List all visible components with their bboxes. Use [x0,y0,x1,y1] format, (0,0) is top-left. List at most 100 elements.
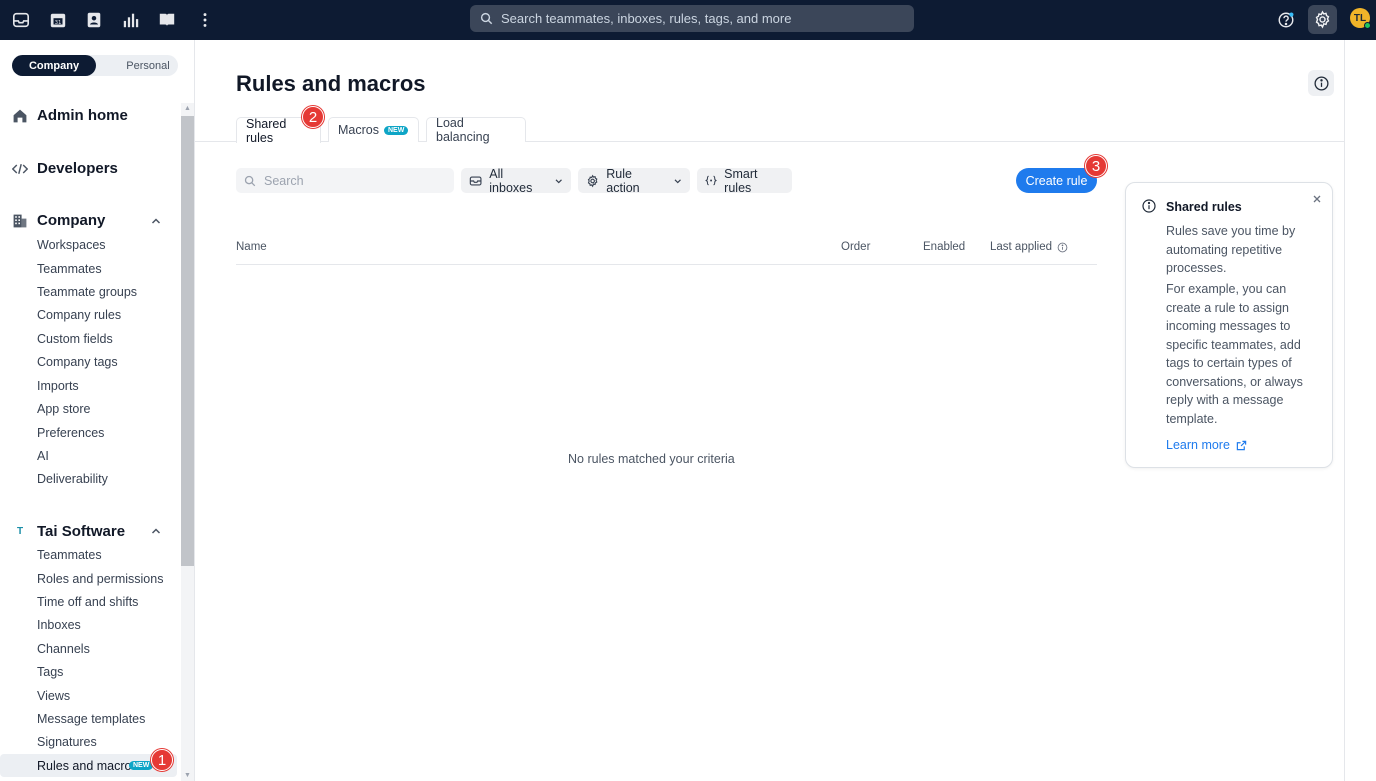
sidebar-item-inboxes[interactable]: Inboxes [37,618,81,632]
sidebar-item-custom-fields[interactable]: Custom fields [37,332,113,346]
sidebar-item-teammates[interactable]: Teammates [37,262,102,276]
column-header-name[interactable]: Name [236,241,267,253]
global-search-input[interactable] [501,11,901,26]
sidebar-item-app-store[interactable]: App store [37,402,91,416]
inbox-icon [469,175,482,186]
sidebar-item-teammate-groups[interactable]: Teammate groups [37,285,137,299]
sidebar-item-ws-teammates[interactable]: Teammates [37,548,102,562]
nav-developers-label: Developers [37,160,118,177]
panel-paragraph: Rules save you time by automating repeti… [1166,224,1296,275]
sidebar-item-ai[interactable]: AI [37,449,49,463]
sidebar: Company Personal ▲ ▼ Admin home Develope… [0,40,195,781]
tab-shared-rules-label: Shared rules [246,116,287,145]
column-header-order[interactable]: Order [841,241,870,253]
panel-title: Shared rules [1166,200,1242,214]
info-icon[interactable] [1057,242,1068,253]
page-title: Rules and macros [236,71,426,96]
sidebar-scrollbar[interactable]: ▲ ▼ [181,103,194,781]
chevron-down-icon [555,178,562,183]
column-last-applied-label: Last applied [990,241,1053,253]
close-icon[interactable] [1311,193,1323,205]
scroll-down-icon[interactable]: ▼ [184,772,191,779]
empty-state-message: No rules matched your criteria [568,452,735,466]
smart-rules-label: Smart rules [724,166,758,195]
chevron-up-icon[interactable] [150,215,162,227]
sidebar-item-workspaces[interactable]: Workspaces [37,238,106,252]
info-icon [1142,199,1156,213]
rules-search[interactable] [236,168,454,193]
gear-icon [587,174,598,187]
learn-more-link[interactable]: Learn more [1166,438,1247,452]
home-icon [12,108,28,124]
column-name-label: Name [236,241,267,253]
sidebar-item-signatures[interactable]: Signatures [37,735,97,749]
sidebar-item-deliverability[interactable]: Deliverability [37,472,108,486]
annotation-marker-1: 1 [151,749,173,771]
inboxes-filter-dropdown[interactable]: All inboxes [461,166,571,195]
avatar[interactable]: TL [1350,8,1371,29]
scrollbar-thumb[interactable] [181,116,194,566]
smart-rules-button[interactable]: Smart rules [697,166,792,195]
learn-more-label: Learn more [1166,438,1230,452]
chevron-up-icon[interactable] [150,525,162,537]
nav-admin-home[interactable]: Admin home [12,107,128,124]
nav-admin-home-label: Admin home [37,107,128,124]
nav-company-label: Company [37,212,106,229]
sidebar-item-tags[interactable]: Tags [37,665,63,679]
new-badge: NEW [383,125,409,135]
column-order-label: Order [841,241,871,253]
sidebar-item-company-rules[interactable]: Company rules [37,308,121,322]
sidebar-item-views[interactable]: Views [37,689,70,703]
tab-load-balancing[interactable]: Load balancing [426,116,526,144]
settings-button[interactable] [1308,5,1337,34]
rule-action-dropdown[interactable]: Rule action [578,166,690,195]
more-icon[interactable] [193,8,217,32]
main-divider [1344,40,1345,781]
help-icon[interactable] [1274,8,1298,32]
rules-search-input[interactable] [264,173,444,188]
column-header-enabled[interactable]: Enabled [923,241,965,253]
scroll-up-icon[interactable]: ▲ [184,105,191,112]
sidebar-item-rules-macros-label: Rules and macros [37,759,138,773]
nav-company-section[interactable]: Company [12,212,105,229]
rule-action-label: Rule action [606,166,640,195]
create-rule-button[interactable]: Create rule [1016,168,1097,193]
info-icon [1313,75,1329,91]
nav-workspace-section[interactable]: T Tai Software [12,523,125,540]
toggle-personal[interactable]: Personal [107,55,189,76]
inboxes-filter-label: All inboxes [489,166,533,195]
sidebar-item-time-off[interactable]: Time off and shifts [37,595,138,609]
building-icon [12,213,28,229]
tab-macros-label: Macros [338,123,379,137]
sidebar-item-message-templates[interactable]: Message templates [37,712,145,726]
braces-icon [705,175,718,186]
sidebar-item-imports[interactable]: Imports [37,379,79,393]
column-enabled-label: Enabled [923,241,966,253]
calendar-icon[interactable]: 31 [46,8,70,32]
external-link-icon [1236,440,1247,450]
tab-macros[interactable]: Macros NEW [328,117,419,142]
annotation-marker-2: 2 [302,106,324,128]
settings-icon [1315,10,1330,29]
nav-developers[interactable]: Developers [12,160,118,177]
sidebar-item-channels[interactable]: Channels [37,642,90,656]
online-status-dot [1364,22,1371,29]
contacts-icon[interactable] [82,8,106,32]
svg-text:31: 31 [55,20,62,26]
panel-paragraph: For example, you can create a rule to as… [1166,282,1303,426]
chevron-down-icon [674,178,681,183]
top-bar: 31 TL [0,0,1376,40]
annotation-marker-3: 3 [1085,155,1107,177]
knowledge-base-icon[interactable] [155,8,179,32]
toggle-company[interactable]: Company [12,55,96,76]
column-header-last-applied[interactable]: Last applied [990,241,1068,253]
analytics-icon[interactable] [119,8,143,32]
scope-toggle: Company Personal [12,55,178,76]
tab-load-balancing-label: Load balancing [436,116,490,144]
sidebar-item-company-tags[interactable]: Company tags [37,355,118,369]
sidebar-item-preferences[interactable]: Preferences [37,426,104,440]
sidebar-item-roles-permissions[interactable]: Roles and permissions [37,572,163,586]
inbox-icon[interactable] [9,8,33,32]
global-search[interactable] [470,5,914,32]
info-button[interactable] [1308,70,1334,96]
